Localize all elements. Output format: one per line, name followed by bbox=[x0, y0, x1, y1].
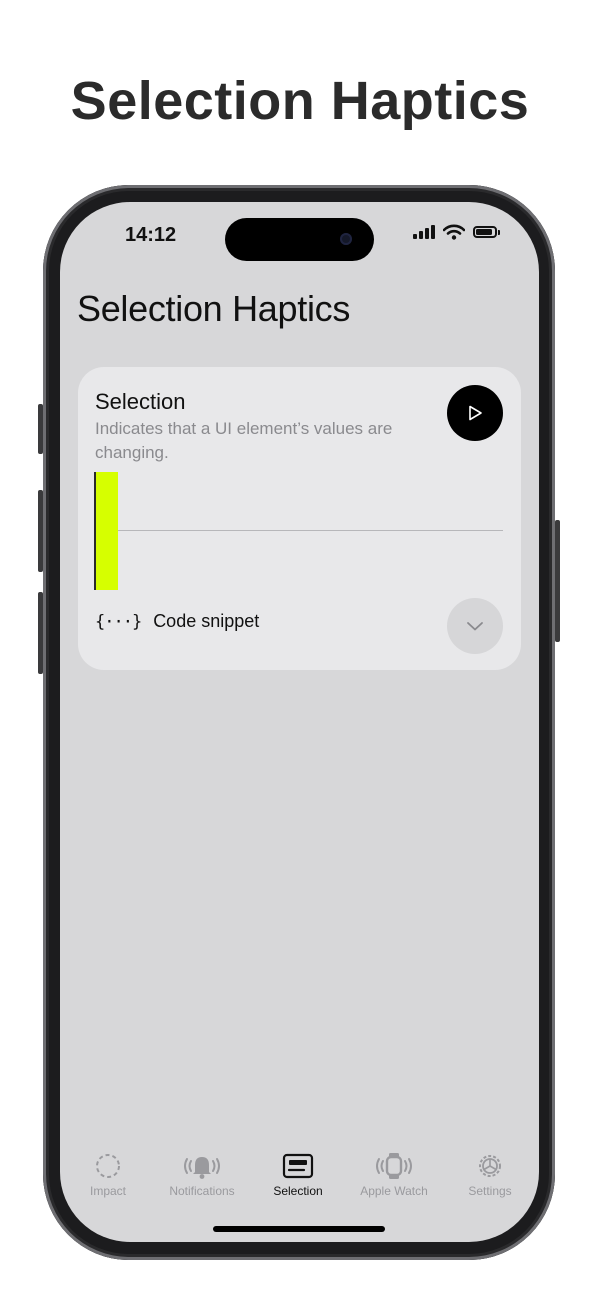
tab-impact[interactable]: Impact bbox=[60, 1152, 156, 1198]
action-button bbox=[38, 404, 43, 454]
selection-visualizer bbox=[94, 472, 503, 590]
code-snippet-label: Code snippet bbox=[153, 611, 260, 631]
selection-indicator bbox=[94, 472, 118, 590]
tab-settings[interactable]: Settings bbox=[442, 1152, 538, 1198]
tab-label: Notifications bbox=[169, 1184, 235, 1198]
tab-notifications[interactable]: Notifications bbox=[154, 1152, 250, 1198]
impact-icon bbox=[96, 1154, 120, 1178]
tab-selection[interactable]: Selection bbox=[250, 1152, 346, 1198]
card-title: Selection bbox=[95, 389, 186, 414]
code-snippet-toggle[interactable]: {···} Code snippet bbox=[95, 611, 259, 632]
tab-label: Apple Watch bbox=[360, 1184, 428, 1198]
play-button[interactable] bbox=[447, 385, 503, 441]
tab-bar: Impact Notifications Selection Apple Wat… bbox=[60, 1152, 539, 1202]
volume-up-button bbox=[38, 490, 43, 572]
card-description: Indicates that a UI element’s values are… bbox=[95, 419, 393, 462]
chevron-down-icon bbox=[467, 622, 483, 631]
code-braces-icon: {···} bbox=[95, 611, 142, 632]
bell-icon bbox=[184, 1157, 220, 1179]
tab-label: Selection bbox=[273, 1184, 323, 1198]
volume-down-button bbox=[38, 592, 43, 674]
watch-icon bbox=[376, 1153, 412, 1179]
selection-card: Selection Indicates that a UI element’s … bbox=[78, 367, 521, 670]
page-heading: Selection Haptics bbox=[70, 71, 530, 131]
phone-screen: 14:12 Selection Haptics Selection Indica… bbox=[60, 202, 539, 1242]
power-button bbox=[555, 520, 560, 642]
gear-icon bbox=[479, 1155, 501, 1177]
track-line bbox=[94, 530, 503, 531]
tab-apple-watch[interactable]: Apple Watch bbox=[346, 1152, 442, 1198]
nav-title: Selection Haptics bbox=[77, 288, 351, 329]
play-icon bbox=[469, 405, 482, 421]
tab-label: Settings bbox=[468, 1184, 512, 1198]
dynamic-island bbox=[225, 218, 374, 261]
selection-icon bbox=[282, 1153, 314, 1179]
home-indicator[interactable] bbox=[213, 1226, 385, 1232]
status-icons bbox=[413, 224, 500, 240]
tab-label: Impact bbox=[89, 1184, 126, 1198]
wifi-icon bbox=[443, 224, 465, 240]
camera-icon bbox=[340, 233, 352, 245]
signal-icon bbox=[413, 225, 435, 239]
battery-icon bbox=[473, 226, 500, 238]
expand-snippet-button[interactable] bbox=[447, 598, 503, 654]
status-time: 14:12 bbox=[125, 224, 177, 246]
